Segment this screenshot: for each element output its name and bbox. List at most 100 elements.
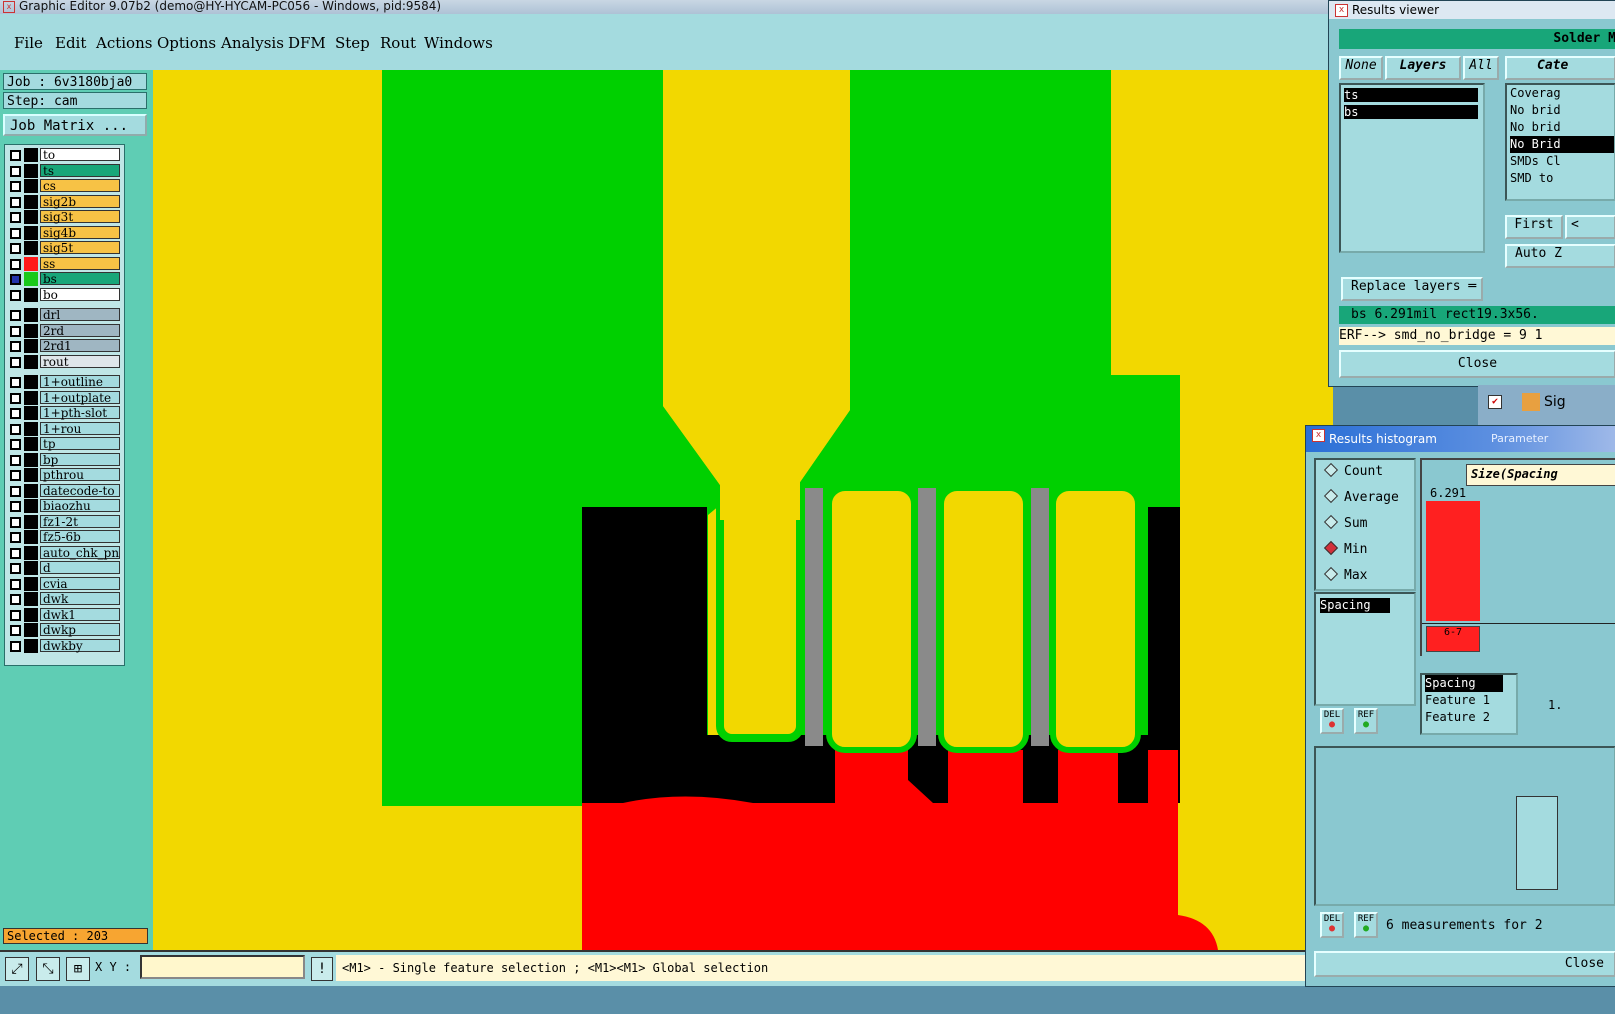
layer-color-swatch[interactable] [24, 638, 38, 653]
layer-color-swatch[interactable] [24, 354, 38, 369]
layer-name[interactable]: 1+outplate [40, 390, 120, 404]
layer-row-1+outplate[interactable]: 1+outplate [8, 390, 122, 405]
layer-name[interactable]: 1+outline [40, 375, 120, 389]
category-item[interactable]: No brid [1510, 119, 1614, 136]
layer-checkbox[interactable] [10, 454, 21, 466]
layer-name[interactable]: fz1-2t [40, 514, 120, 528]
radio-diamond-icon[interactable] [1323, 540, 1339, 556]
menu-step[interactable]: Step [335, 34, 370, 52]
layer-color-swatch[interactable] [24, 272, 38, 286]
layer-name[interactable]: 1+rou [40, 421, 120, 435]
layer-name[interactable]: ts [40, 163, 120, 177]
layer-row-dwkby[interactable]: dwkby [8, 638, 122, 653]
layer-checkbox[interactable] [10, 258, 21, 270]
radio-diamond-icon[interactable] [1323, 514, 1339, 530]
refresh-button[interactable]: REF ● [1354, 708, 1378, 734]
layer-name[interactable]: sig5t [40, 241, 120, 255]
layer-color-swatch[interactable] [24, 148, 38, 162]
layer-checkbox[interactable] [10, 516, 21, 528]
mode-radio-min[interactable]: Min [1323, 540, 1367, 557]
layer-name[interactable]: d [40, 561, 120, 575]
layer-row-bs[interactable]: bs [8, 272, 122, 286]
layer-color-swatch[interactable] [24, 163, 38, 178]
layer-name[interactable]: ss [40, 256, 120, 270]
all-button[interactable]: All [1463, 56, 1499, 80]
mode-radio-max[interactable]: Max [1323, 566, 1367, 583]
layer-checkbox[interactable] [10, 274, 21, 285]
layer-row-auto_chk_pn[interactable]: auto_chk_pn [8, 545, 122, 560]
first-button[interactable]: First [1505, 215, 1563, 239]
layer-name[interactable]: fz5-6b [40, 530, 120, 544]
layer-checkbox[interactable] [10, 341, 21, 352]
category-item[interactable]: SMDs Cl [1510, 153, 1614, 170]
layer-name[interactable]: cvia [40, 576, 120, 590]
layer-row-datecode-to[interactable]: datecode-to [8, 483, 122, 498]
layer-name[interactable]: bs [40, 272, 120, 286]
layer-color-swatch[interactable] [24, 241, 38, 255]
rv-close-button[interactable]: Close [1339, 350, 1615, 378]
layer-color-swatch[interactable] [24, 339, 38, 353]
layer-checkbox[interactable] [10, 470, 21, 481]
layer-row-to[interactable]: to [8, 148, 122, 162]
menu-file[interactable]: File [14, 34, 43, 52]
prev-button[interactable]: < [1565, 215, 1615, 239]
category-item[interactable]: No brid [1510, 102, 1614, 119]
menu-options[interactable]: Options [157, 34, 216, 52]
layer-checkbox[interactable] [10, 501, 21, 512]
layer-row-d[interactable]: d [8, 561, 122, 575]
layer-row-sig3t[interactable]: sig3t [8, 210, 122, 224]
layer-color-swatch[interactable] [24, 287, 38, 302]
layer-name[interactable]: cs [40, 179, 120, 193]
menu-analysis[interactable]: Analysis [221, 34, 284, 52]
layer-checkbox[interactable] [10, 356, 21, 368]
close-icon[interactable]: x [1335, 4, 1348, 17]
checkbox-icon[interactable]: ✔ [1488, 395, 1502, 409]
menu-actions[interactable]: Actions [96, 34, 152, 52]
layer-color-swatch[interactable] [24, 323, 38, 338]
detail-row[interactable]: Feature 1 [1425, 692, 1516, 709]
layer-checkbox[interactable] [10, 485, 21, 497]
layer-color-swatch[interactable] [24, 576, 38, 591]
layer-color-swatch[interactable] [24, 592, 38, 606]
menu-rout[interactable]: Rout [380, 34, 416, 52]
layer-checkbox[interactable] [10, 227, 21, 239]
layer-checkbox[interactable] [10, 625, 21, 636]
rh-close-button[interactable]: Close [1314, 951, 1615, 977]
layer-row-cs[interactable]: cs [8, 179, 122, 193]
layer-color-swatch[interactable] [24, 390, 38, 405]
layer-checkbox[interactable] [10, 212, 21, 223]
layer-name[interactable]: sig2b [40, 194, 120, 208]
layer-row-bp[interactable]: bp [8, 452, 122, 467]
layer-color-swatch[interactable] [24, 561, 38, 575]
layer-color-swatch[interactable] [24, 623, 38, 637]
layer-checkbox[interactable] [10, 423, 21, 435]
layer-checkbox[interactable] [10, 181, 21, 192]
none-button[interactable]: None [1339, 56, 1383, 80]
layer-row-pthrou[interactable]: pthrou [8, 468, 122, 482]
layer-color-swatch[interactable] [24, 210, 38, 224]
layer-row-1+rou[interactable]: 1+rou [8, 421, 122, 436]
layer-row-2rd1[interactable]: 2rd1 [8, 339, 122, 353]
layer-checkbox[interactable] [10, 243, 21, 254]
layer-color-swatch[interactable] [24, 308, 38, 322]
layer-checkbox[interactable] [10, 150, 21, 161]
detail-row[interactable]: Spacing [1425, 675, 1503, 692]
layer-color-swatch[interactable] [24, 421, 38, 436]
layer-color-swatch[interactable] [24, 179, 38, 193]
layer-name[interactable]: bp [40, 452, 120, 466]
layer-checkbox[interactable] [10, 289, 21, 301]
layer-checkbox[interactable] [10, 196, 21, 208]
layer-checkbox[interactable] [10, 408, 21, 419]
layer-name[interactable]: bo [40, 287, 120, 301]
layer-checkbox[interactable] [10, 439, 21, 450]
layer-row-drl[interactable]: drl [8, 308, 122, 322]
rv-layer-item[interactable]: ts [1344, 88, 1478, 102]
layer-row-dwk1[interactable]: dwk1 [8, 607, 122, 622]
layer-checkbox[interactable] [10, 532, 21, 543]
layers-button[interactable]: Layers [1385, 56, 1461, 80]
layer-color-swatch[interactable] [24, 406, 38, 420]
layer-name[interactable]: dwkp [40, 623, 120, 637]
layer-row-sig2b[interactable]: sig2b [8, 194, 122, 209]
layer-name[interactable]: tp [40, 437, 120, 451]
radio-diamond-icon[interactable] [1323, 488, 1339, 504]
